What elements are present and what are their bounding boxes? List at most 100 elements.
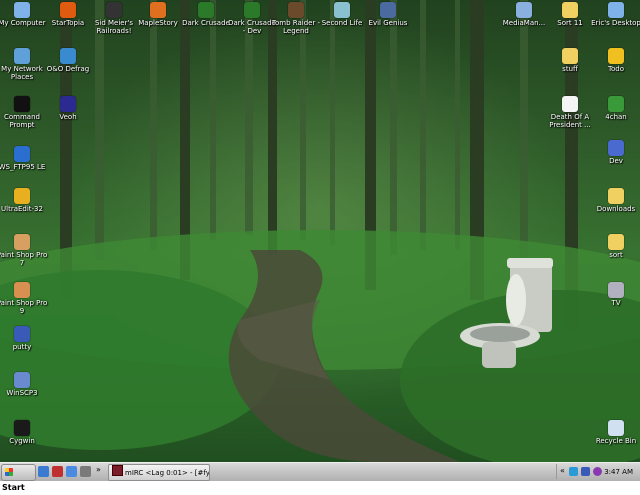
desktop-icon[interactable]: Death Of A President ... <box>544 96 596 129</box>
evil-genius-icon <box>380 2 396 18</box>
desktop-icon-label: Veoh <box>59 113 77 121</box>
desktop-shortcut-icon <box>608 2 624 18</box>
desktop-icon[interactable]: Dark Crusade <box>180 2 232 27</box>
desktop-icon-label: Paint Shop Pro 7 <box>0 251 48 267</box>
mediaman-icon <box>516 2 532 18</box>
desktop-icon-label: MediaMan... <box>502 19 546 27</box>
dark-crusade-icon <box>244 2 260 18</box>
startopia-icon <box>60 2 76 18</box>
command-prompt-icon <box>14 96 30 112</box>
desktop-icon[interactable]: WinSCP3 <box>0 372 48 397</box>
tray-network-icon[interactable] <box>569 467 578 476</box>
my-computer-icon <box>14 2 30 18</box>
desktop-icon[interactable]: Paint Shop Pro 9 <box>0 282 48 315</box>
recycle-bin-icon <box>608 420 624 436</box>
star-icon <box>608 48 624 64</box>
desktop-icon[interactable]: TV <box>590 282 640 307</box>
desktop-icon[interactable]: StarTopia <box>42 2 94 27</box>
desktop-icon-label: Cygwin <box>9 437 35 445</box>
desktop-icon[interactable]: My Computer <box>0 2 48 27</box>
windows-logo-icon <box>5 468 13 476</box>
desktop-icon-label: Todo <box>607 65 625 73</box>
desktop-icon-label: Eric's Desktop <box>591 19 640 27</box>
desktop-icon[interactable]: Veoh <box>42 96 94 121</box>
desktop-icon[interactable]: Recycle Bin <box>590 420 640 445</box>
desktop-icon[interactable]: Sort 11 <box>544 2 596 27</box>
system-tray: « 3:47 AM <box>556 464 639 479</box>
desktop-show-icon[interactable] <box>80 466 91 477</box>
desktop-icon-label: putty <box>12 343 32 351</box>
winscp-icon <box>14 372 30 388</box>
desktop-icon[interactable]: Command Prompt <box>0 96 48 129</box>
document-icon <box>562 96 578 112</box>
desktop-icon[interactable]: MediaMan... <box>498 2 550 27</box>
desktop-icon[interactable]: Paint Shop Pro 7 <box>0 234 48 267</box>
desktop-icon-label: sort <box>609 251 623 259</box>
mirc-icon <box>112 465 123 476</box>
railroads-icon <box>106 2 122 18</box>
desktop-icon-label: Death Of A President ... <box>549 113 591 129</box>
desktop-icon[interactable]: Eric's Desktop <box>590 2 640 27</box>
desktop-icon-label: MapleStory <box>138 19 178 27</box>
desktop-icon-label: Second Life <box>321 19 363 27</box>
desktop[interactable]: My Computer My Network Places Command Prom… <box>0 0 640 462</box>
maplestory-icon <box>150 2 166 18</box>
tray-app-icon[interactable] <box>581 467 590 476</box>
tomb-raider-icon <box>288 2 304 18</box>
putty-icon <box>14 326 30 342</box>
internet-explorer-icon[interactable] <box>38 466 49 477</box>
paint-shop-pro-icon <box>14 234 30 250</box>
desktop-icon-label: My Computer <box>0 19 46 27</box>
desktop-icon[interactable]: 4chan <box>590 96 640 121</box>
desktop-icon[interactable]: My Network Places <box>0 48 48 81</box>
cygwin-icon <box>14 420 30 436</box>
desktop-icon-label: 4chan <box>605 113 627 121</box>
desktop-icon[interactable]: Second Life <box>316 2 368 27</box>
network-icon[interactable] <box>66 466 77 477</box>
desktop-icon-label: My Network Places <box>1 65 43 81</box>
desktop-icon-label: O&O Defrag <box>46 65 90 73</box>
task-label: mIRC <Lag 0:01> - [#fy... <box>125 469 210 477</box>
folder-icon <box>562 2 578 18</box>
desktop-icon[interactable]: Todo <box>590 48 640 73</box>
desktop-icon-label: Dark Crusade <box>182 19 230 27</box>
downloads-folder-icon <box>608 188 624 204</box>
gear-icon <box>608 140 624 156</box>
desktop-icon-label: Recycle Bin <box>595 437 637 445</box>
desktop-icon[interactable]: Tomb Raider - Legend <box>270 2 322 35</box>
quick-launch-overflow[interactable]: » <box>96 465 101 474</box>
tray-volume-icon[interactable] <box>593 467 602 476</box>
quick-launch-icon[interactable] <box>52 466 63 477</box>
desktop-icon-label: Tomb Raider - Legend <box>271 19 321 35</box>
desktop-icon[interactable]: WS_FTP95 LE <box>0 146 48 171</box>
desktop-icon-label: WS_FTP95 LE <box>0 163 46 171</box>
desktop-icon[interactable]: putty <box>0 326 48 351</box>
desktop-icon[interactable]: MapleStory <box>132 2 184 27</box>
desktop-icon[interactable]: Dev <box>590 140 640 165</box>
taskbar-button-mirc[interactable]: mIRC <Lag 0:01> - [#fy... <box>108 464 210 481</box>
desktop-icon[interactable]: Cygwin <box>0 420 48 445</box>
dark-crusade-icon <box>198 2 214 18</box>
tv-icon <box>608 282 624 298</box>
veoh-icon <box>60 96 76 112</box>
desktop-icon-label: StarTopia <box>51 19 85 27</box>
desktop-icon-label: TV <box>611 299 621 307</box>
4chan-icon <box>608 96 624 112</box>
defrag-icon <box>60 48 76 64</box>
desktop-icon[interactable]: Downloads <box>590 188 640 213</box>
network-places-icon <box>14 48 30 64</box>
tray-expand-button[interactable]: « <box>560 466 565 475</box>
start-button[interactable]: Start <box>1 464 36 492</box>
desktop-icon[interactable]: Evil Genius <box>362 2 414 27</box>
desktop-icon-label: WinSCP3 <box>6 389 38 397</box>
desktop-icon[interactable]: sort <box>590 234 640 259</box>
desktop-icon[interactable]: UltraEdit-32 <box>0 188 48 213</box>
desktop-icon[interactable]: O&O Defrag <box>42 48 94 73</box>
desktop-icon-label: Sort 11 <box>557 19 583 27</box>
desktop-icon[interactable]: stuff <box>544 48 596 73</box>
desktop-icon-label: Dev <box>609 157 623 165</box>
clock[interactable]: 3:47 AM <box>604 464 633 480</box>
folder-icon <box>608 234 624 250</box>
second-life-icon <box>334 2 350 18</box>
desktop-icon-label: Command Prompt <box>4 113 40 129</box>
